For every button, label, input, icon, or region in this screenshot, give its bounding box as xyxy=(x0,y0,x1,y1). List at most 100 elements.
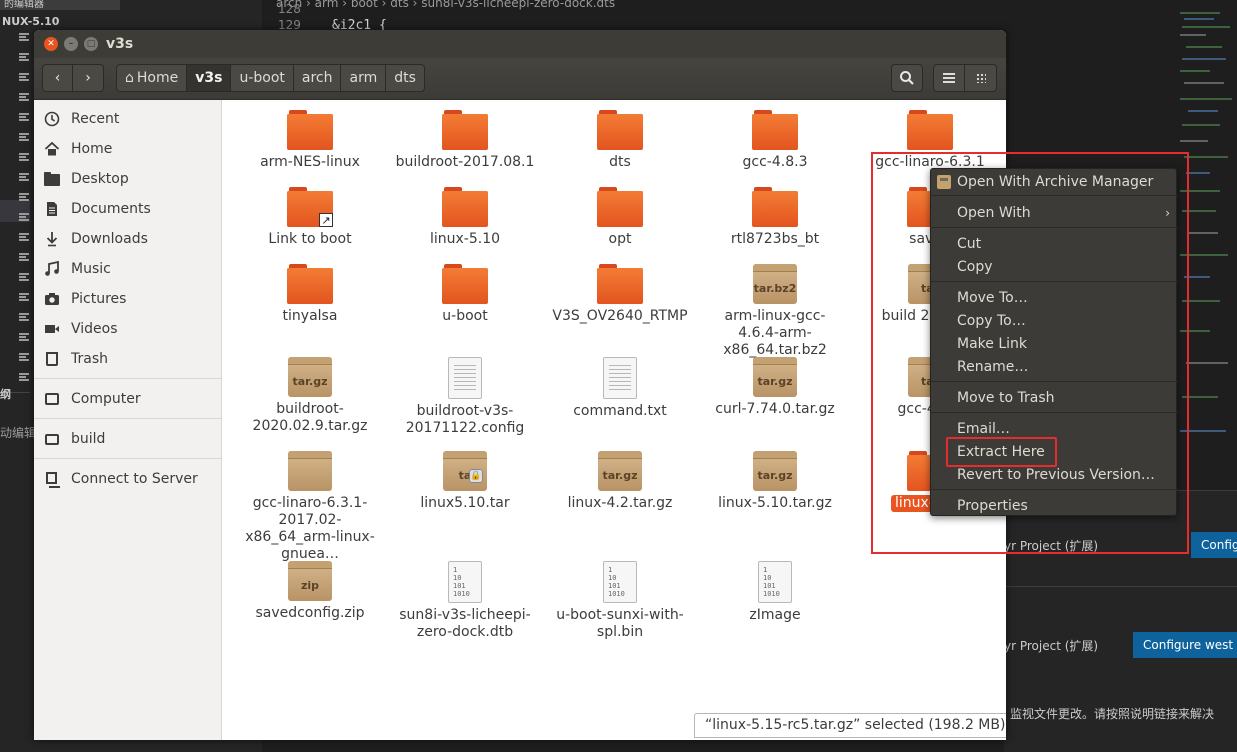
archive-icon: zip xyxy=(288,561,332,601)
file-item[interactable]: gcc-4.8.3 xyxy=(705,110,845,171)
file-item[interactable]: zip savedconfig.zip xyxy=(240,561,380,622)
sidebar-item-computer[interactable]: Computer xyxy=(34,386,222,412)
sidebar-item-home[interactable]: Home xyxy=(34,136,222,162)
annotation-highlight-extract-here xyxy=(946,437,1057,467)
file-label: buildroot-v3s-20171122.config xyxy=(405,403,525,436)
sidebar-divider xyxy=(34,418,222,419)
file-label: linux5.10.tar xyxy=(420,495,510,511)
archive-extension-label: tar.gz xyxy=(292,375,328,388)
file-label: u-boot xyxy=(442,308,488,324)
sidebar-item-desktop[interactable]: Desktop xyxy=(34,166,222,192)
file-label: arm-NES-linux xyxy=(260,154,360,170)
path-crumb-arm[interactable]: arm xyxy=(341,64,387,92)
download-icon xyxy=(44,231,60,247)
file-lines-icon xyxy=(19,253,29,261)
sidebar-item-build[interactable]: build xyxy=(34,426,222,452)
file-item[interactable]: V3S_OV2640_RTMP xyxy=(550,264,690,325)
window-title: v3s xyxy=(106,36,134,52)
archive-extension-label: tar.gz xyxy=(757,469,793,482)
file-lines-icon xyxy=(19,113,29,121)
file-label: tinyalsa xyxy=(282,308,338,324)
path-crumb-dts[interactable]: dts xyxy=(386,64,425,92)
binary-glyph: 1 10 101 1010 xyxy=(763,566,780,598)
file-item[interactable]: buildroot-v3s-20171122.config xyxy=(395,357,535,437)
grid-view-icon xyxy=(975,73,986,83)
file-label: gcc-4.8.3 xyxy=(742,154,808,170)
file-label: u-boot-sunxi-with-spl.bin xyxy=(556,607,684,640)
sidebar-item-label: Recent xyxy=(71,111,120,127)
archive-extension-label: tar.gz xyxy=(602,469,638,482)
file-item[interactable]: buildroot-2017.08.1 xyxy=(395,110,535,171)
folder-icon xyxy=(752,110,798,150)
history-nav: ‹ › xyxy=(42,64,104,92)
title-bar[interactable]: ✕ – □ v3s xyxy=(34,30,1006,58)
file-item[interactable]: 1 10 101 1010 sun8i-v3s-licheepi-zero-doc… xyxy=(395,561,535,641)
path-crumb-u-boot[interactable]: u-boot xyxy=(231,64,294,92)
file-item[interactable]: tinyalsa xyxy=(240,264,380,325)
list-view-icon xyxy=(943,73,955,83)
minimize-window-button[interactable]: – xyxy=(64,37,78,51)
configure-west-button[interactable]: Configure west p xyxy=(1133,632,1237,658)
file-item[interactable]: tar.bz2 arm-linux-gcc-4.6.4-arm-x86_64.ta… xyxy=(705,264,845,359)
sidebar-item-pictures[interactable]: Pictures xyxy=(34,286,222,312)
sidebar-item-trash[interactable]: Trash xyxy=(34,346,222,372)
file-item[interactable]: dts xyxy=(550,110,690,171)
forward-button[interactable]: › xyxy=(73,64,104,92)
outline-header[interactable]: 纲 xyxy=(0,386,30,402)
file-item[interactable]: ta 🔒 linux5.10.tar xyxy=(395,451,535,512)
sidebar-item-downloads[interactable]: Downloads xyxy=(34,226,222,252)
sidebar-item-documents[interactable]: Documents xyxy=(34,196,222,222)
explorer-tab[interactable]: 的编辑器 xyxy=(0,0,120,10)
sidebar-item-connect-to-server[interactable]: Connect to Server xyxy=(34,466,222,492)
file-item[interactable]: arm-NES-linux xyxy=(240,110,380,171)
path-crumb-label: Home xyxy=(136,70,179,86)
file-lines-icon xyxy=(19,193,29,201)
file-item[interactable]: 1 10 101 1010 zImage xyxy=(705,561,845,624)
path-crumb-v3s[interactable]: v3s xyxy=(187,64,232,92)
file-label: sun8i-v3s-licheepi-zero-dock.dtb xyxy=(399,607,531,640)
archive-extension-label: tar.gz xyxy=(757,375,793,388)
path-crumb-home[interactable]: ⌂ Home xyxy=(116,64,188,92)
archive-icon: tar.gz xyxy=(288,357,332,397)
path-bar: ⌂ Home v3s u-boot arch arm dts xyxy=(116,64,425,92)
path-crumb-arch[interactable]: arch xyxy=(293,64,342,92)
binary-file-icon: 1 10 101 1010 xyxy=(448,561,482,603)
file-item[interactable]: tar.gz buildroot-2020.02.9.tar.gz xyxy=(240,357,380,435)
file-item[interactable]: command.txt xyxy=(550,357,690,420)
sidebar-item-videos[interactable]: Videos xyxy=(34,316,222,342)
file-lines-icon xyxy=(19,73,29,81)
sidebar-divider xyxy=(34,458,222,459)
back-button[interactable]: ‹ xyxy=(42,64,73,92)
list-view-button[interactable] xyxy=(933,64,965,92)
file-item[interactable]: u-boot xyxy=(395,264,535,325)
folder-icon xyxy=(287,264,333,304)
close-window-button[interactable]: ✕ xyxy=(44,37,58,51)
file-item[interactable]: tar.gz linux-5.10.tar.gz xyxy=(705,451,845,512)
file-item[interactable]: opt xyxy=(550,187,690,248)
binary-glyph: 1 10 101 1010 xyxy=(608,566,625,598)
file-item[interactable]: 1 10 101 1010 u-boot-sunxi-with-spl.bin xyxy=(550,561,690,641)
file-item[interactable]: gcc-linaro-6.3.1-2017.02-x86_64_arm-linu… xyxy=(240,451,380,563)
sidebar-item-recent[interactable]: Recent xyxy=(34,106,222,132)
file-item[interactable]: tar.gz linux-4.2.tar.gz xyxy=(550,451,690,512)
configure-west-button[interactable]: Configure west p xyxy=(1191,532,1237,558)
drive-icon xyxy=(44,431,60,447)
file-lines-icon xyxy=(19,173,29,181)
editor-breadcrumb[interactable]: arch › arm › boot › dts › sun8i-v3s-lich… xyxy=(276,0,615,10)
file-label: gcc-linaro-6.3.1-2017.02-x86_64_arm-linu… xyxy=(245,495,375,562)
file-item[interactable]: rtl8723bs_bt xyxy=(705,187,845,248)
file-item[interactable]: linux-5.10 xyxy=(395,187,535,248)
archive-extension-label: zip xyxy=(300,579,320,592)
file-label: buildroot-2020.02.9.tar.gz xyxy=(252,401,368,434)
file-lines-icon xyxy=(19,213,29,221)
maximize-window-button[interactable]: □ xyxy=(84,37,98,51)
explorer-root-folder[interactable]: NUX-5.10 xyxy=(0,15,262,31)
grid-view-button[interactable] xyxy=(965,64,997,92)
sidebar-item-music[interactable]: Music xyxy=(34,256,222,282)
file-item[interactable]: tar.gz curl-7.74.0.tar.gz xyxy=(705,357,845,418)
file-item[interactable]: ↗ Link to boot xyxy=(240,187,380,248)
file-label: curl-7.74.0.tar.gz xyxy=(715,401,835,417)
folder-icon xyxy=(752,187,798,227)
search-button[interactable] xyxy=(891,64,923,92)
text-file-icon xyxy=(448,357,482,399)
